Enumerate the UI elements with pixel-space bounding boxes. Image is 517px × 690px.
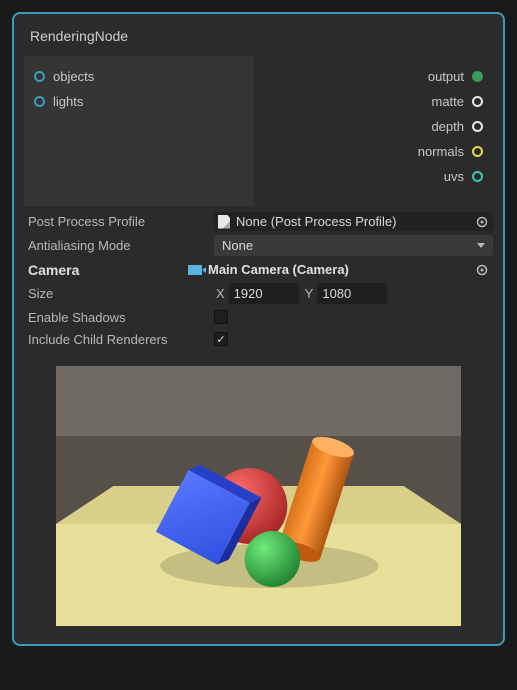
port-connector-icon[interactable] — [472, 121, 483, 132]
input-port-objects[interactable]: objects — [24, 64, 254, 89]
field-label: Enable Shadows — [24, 310, 214, 325]
antialiasing-dropdown[interactable]: None — [214, 235, 493, 256]
input-port-lights[interactable]: lights — [24, 89, 254, 114]
field-label: Camera — [24, 262, 184, 278]
port-label: output — [428, 69, 464, 84]
port-connector-icon[interactable] — [472, 71, 483, 82]
field-label: Include Child Renderers — [24, 332, 214, 347]
port-label: uvs — [444, 169, 464, 184]
preview-container — [14, 350, 503, 626]
enable-shadows-row: Enable Shadows — [24, 306, 493, 328]
axis-y-label: Y — [305, 286, 314, 301]
asset-icon — [218, 215, 230, 229]
field-value: None (Post Process Profile) — [236, 214, 396, 229]
size-row: Size X Y — [24, 281, 493, 306]
port-label: lights — [53, 94, 83, 109]
object-picker-icon[interactable] — [475, 215, 489, 229]
port-connector-icon[interactable] — [472, 96, 483, 107]
output-port-depth[interactable]: depth — [254, 114, 493, 139]
port-connector-icon[interactable] — [34, 96, 45, 107]
enable-shadows-checkbox[interactable] — [214, 310, 228, 324]
object-picker-icon[interactable] — [475, 263, 489, 277]
rendering-node: RenderingNode objects lights output matt… — [12, 12, 505, 646]
properties-panel: Post Process Profile None (Post Process … — [14, 206, 503, 350]
camera-field[interactable]: Main Camera (Camera) — [184, 260, 493, 279]
output-port-output[interactable]: output — [254, 64, 493, 89]
post-process-row: Post Process Profile None (Post Process … — [24, 210, 493, 233]
port-connector-icon[interactable] — [472, 146, 483, 157]
outputs-panel: output matte depth normals uvs — [254, 56, 493, 206]
port-label: objects — [53, 69, 94, 84]
output-port-normals[interactable]: normals — [254, 139, 493, 164]
port-connector-icon[interactable] — [472, 171, 483, 182]
port-label: depth — [431, 119, 464, 134]
field-label: Size — [24, 286, 214, 301]
io-section: objects lights output matte depth normal… — [14, 56, 503, 206]
output-port-matte[interactable]: matte — [254, 89, 493, 114]
size-x-input[interactable] — [229, 283, 299, 304]
inputs-panel: objects lights — [24, 56, 254, 206]
include-children-checkbox[interactable]: ✓ — [214, 332, 228, 346]
post-process-field[interactable]: None (Post Process Profile) — [214, 212, 493, 231]
antialiasing-row: Antialiasing Mode None — [24, 233, 493, 258]
port-label: normals — [418, 144, 464, 159]
port-connector-icon[interactable] — [34, 71, 45, 82]
camera-icon — [188, 265, 202, 275]
render-preview — [56, 366, 461, 626]
camera-row: Camera Main Camera (Camera) — [24, 258, 493, 281]
field-label: Post Process Profile — [24, 214, 214, 229]
port-label: matte — [431, 94, 464, 109]
field-value: Main Camera (Camera) — [208, 262, 349, 277]
chevron-down-icon — [477, 243, 485, 248]
node-title: RenderingNode — [14, 24, 503, 56]
axis-x-label: X — [216, 286, 225, 301]
size-y-input[interactable] — [317, 283, 387, 304]
output-port-uvs[interactable]: uvs — [254, 164, 493, 189]
field-label: Antialiasing Mode — [24, 238, 214, 253]
include-children-row: Include Child Renderers ✓ — [24, 328, 493, 350]
dropdown-value: None — [222, 238, 253, 253]
